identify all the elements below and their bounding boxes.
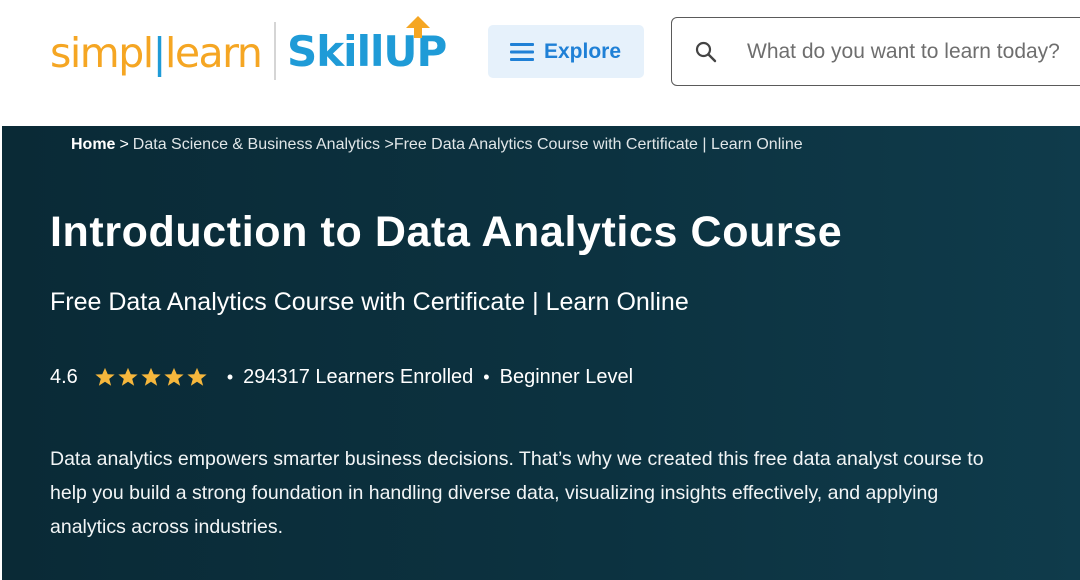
breadcrumb-home-link[interactable]: Home [71, 136, 115, 153]
learners-enrolled: 294317 Learners Enrolled [243, 365, 474, 388]
search-icon [695, 41, 717, 63]
logo-separator: | [152, 29, 167, 77]
course-level: Beginner Level [499, 365, 634, 388]
course-subtitle: Free Data Analytics Course with Certific… [50, 288, 689, 316]
course-description: Data analytics empowers smarter business… [50, 448, 984, 538]
logo-divider [274, 22, 276, 80]
search-input[interactable] [747, 36, 1077, 68]
site-header: simpl|learn SkillUP Explore [0, 0, 1080, 120]
meta-separator-dot: • [226, 366, 234, 387]
star-icon [118, 367, 138, 386]
logo-simpli-text: simpl [50, 29, 154, 77]
star-icon [141, 367, 161, 386]
breadcrumb-category-link[interactable]: Data Science & Business Analytics [133, 136, 380, 153]
star-rating [94, 366, 209, 388]
skillup-arrow-icon [406, 16, 430, 38]
logo-learn-text: learn [164, 29, 263, 77]
meta-separator-dot: • [483, 366, 490, 387]
star-icon [187, 367, 207, 386]
breadcrumb-current-page: >Free Data Analytics Course with Certifi… [384, 136, 803, 153]
rating-value: 4.6 [50, 365, 78, 388]
search-bar[interactable] [671, 17, 1080, 86]
course-title: Introduction to Data Analytics Course [50, 208, 843, 256]
explore-button[interactable]: Explore [488, 25, 644, 78]
breadcrumb-separator: > [119, 136, 129, 153]
simplilearn-logo[interactable]: simpl|learn [50, 24, 263, 82]
breadcrumb: Home > Data Science & Business Analytics >… [71, 136, 803, 154]
course-hero: Home > Data Science & Business Analytics >… [2, 126, 1080, 580]
star-icon [164, 367, 184, 386]
star-icon [95, 367, 115, 386]
explore-label: Explore [544, 39, 622, 63]
course-meta: 4.6 • 294317 Learners Enrolled • Beginne… [50, 363, 633, 391]
hamburger-menu-icon [510, 42, 534, 61]
